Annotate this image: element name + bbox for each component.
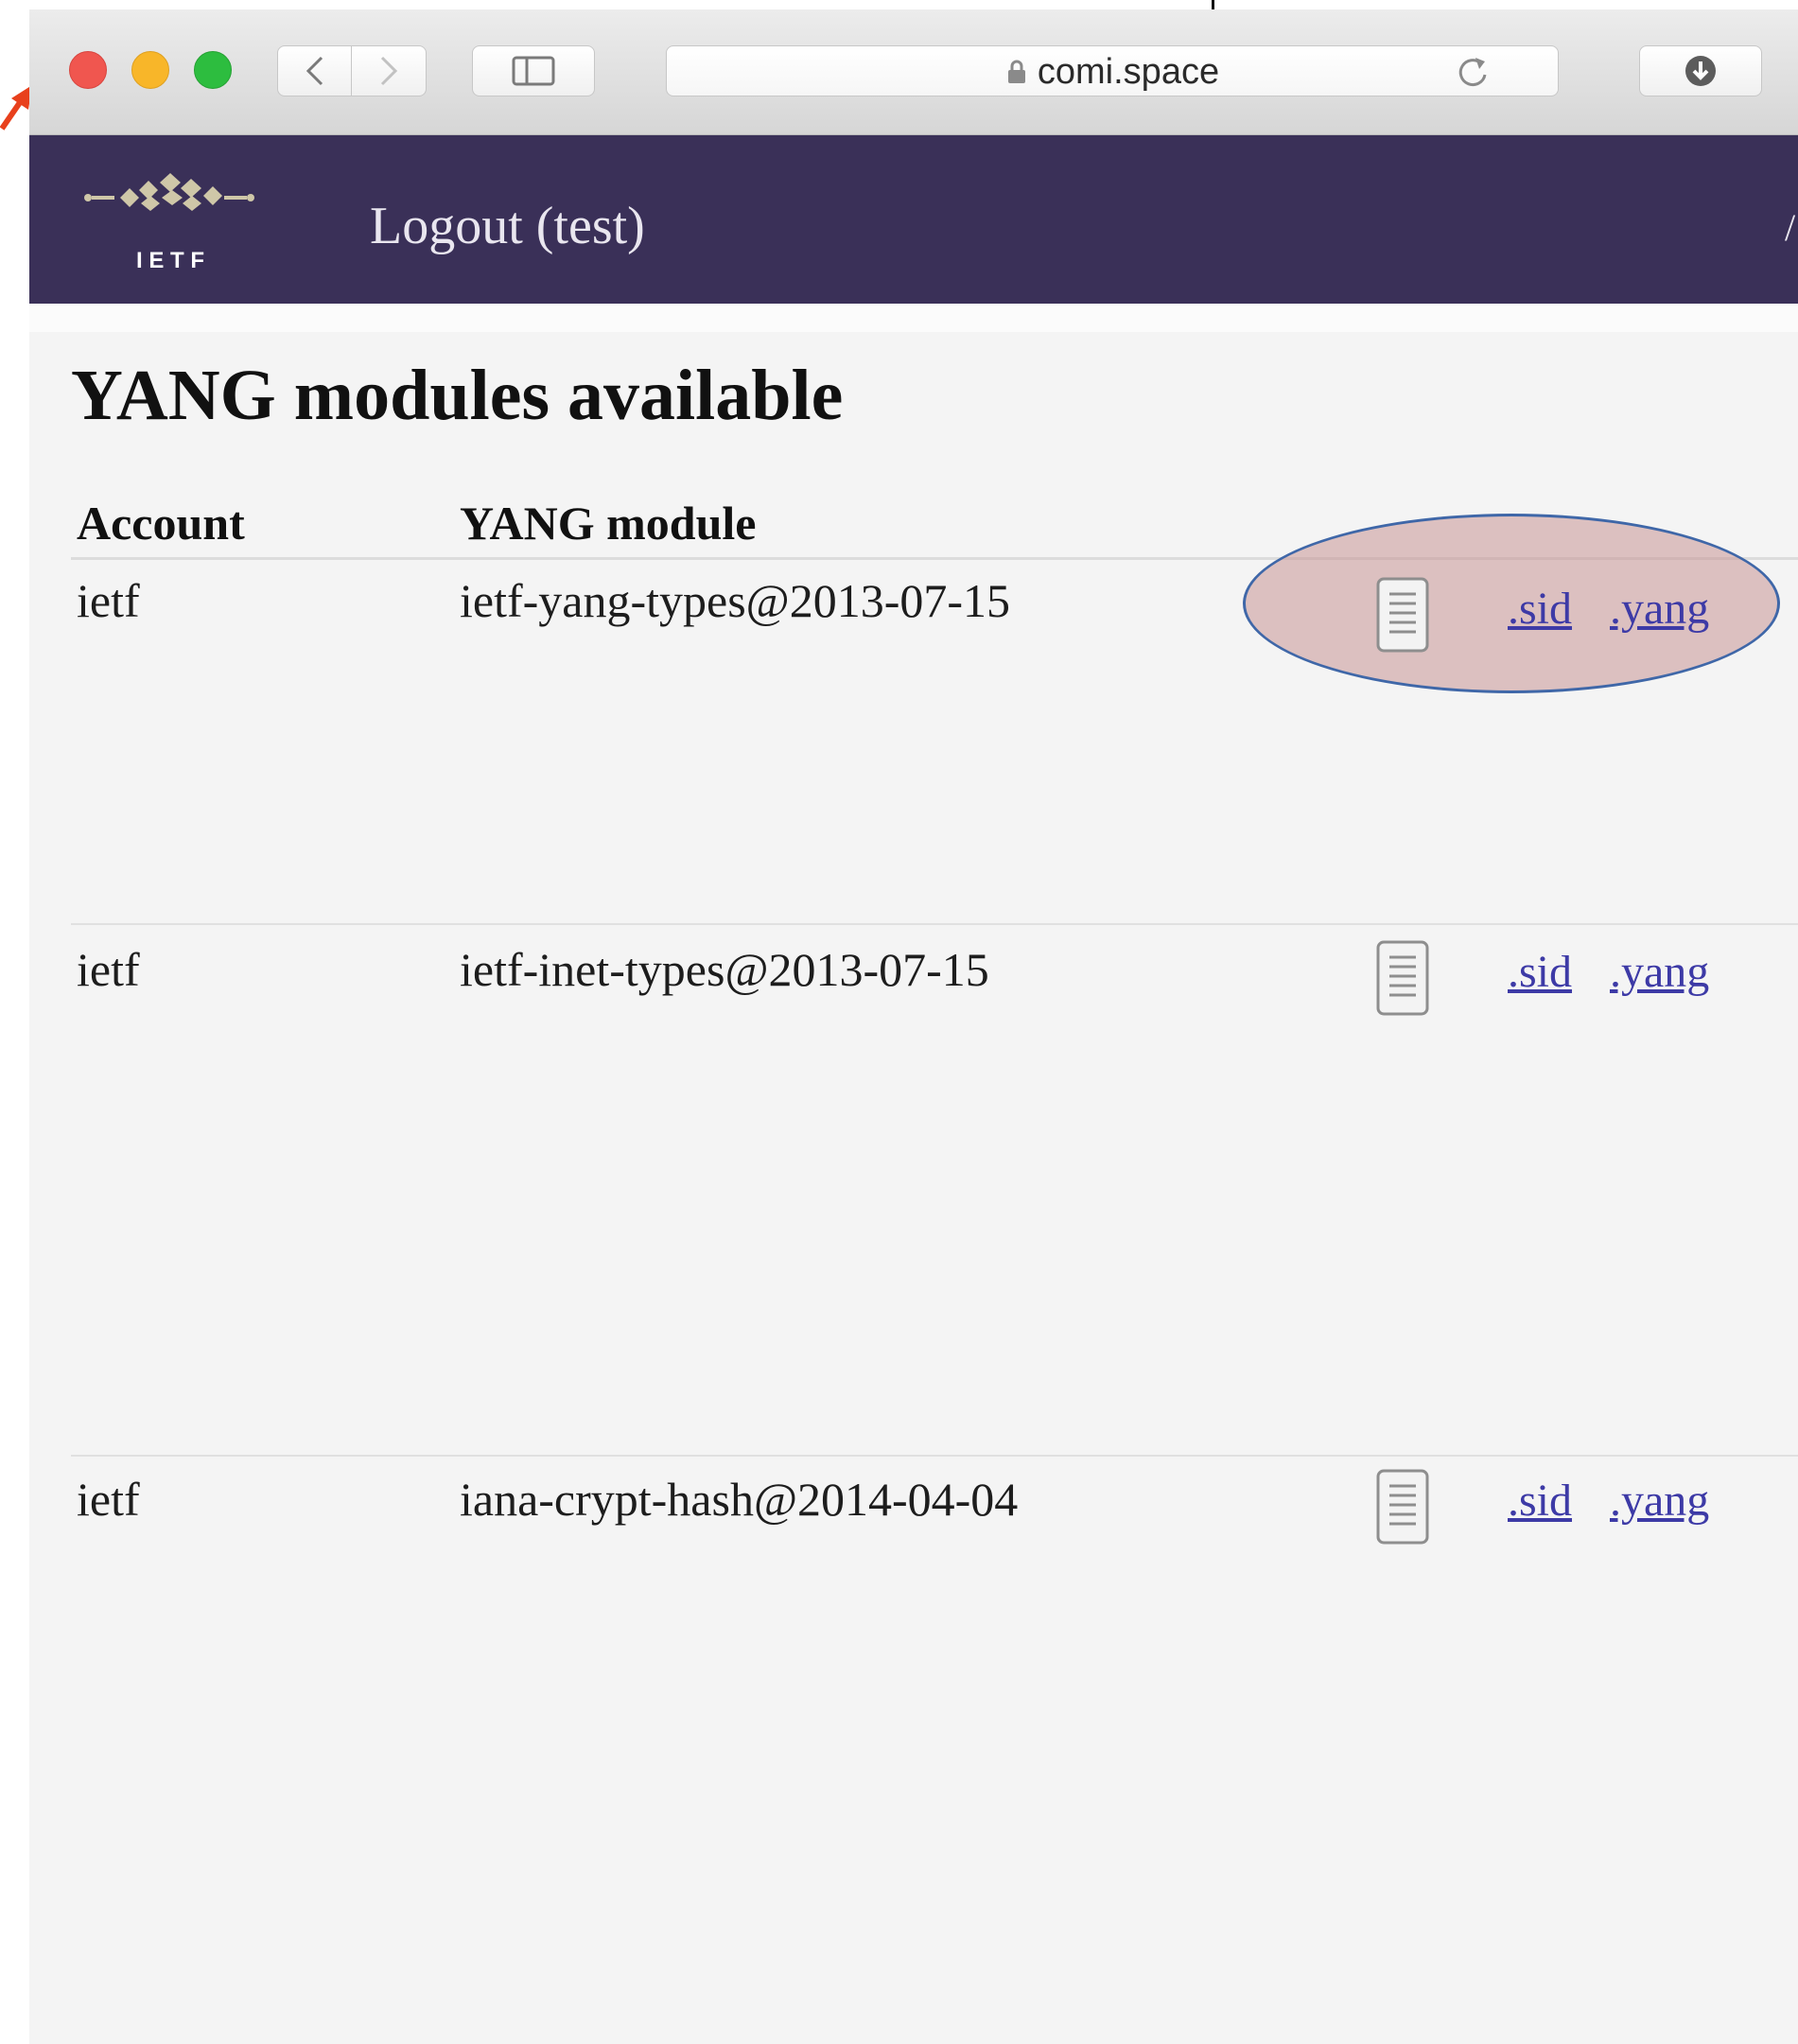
browser-toolbar: comi.space <box>29 9 1798 135</box>
content-top-strip <box>29 304 1798 332</box>
close-window-button[interactable] <box>69 51 107 89</box>
sid-link[interactable]: .sid <box>1508 586 1572 632</box>
reload-icon[interactable] <box>1453 52 1493 92</box>
chevron-right-icon <box>380 56 398 86</box>
sidebar-toggle-button[interactable] <box>472 45 595 96</box>
column-header-account: Account <box>77 497 245 550</box>
downloads-button[interactable] <box>1639 45 1762 96</box>
forward-button[interactable] <box>352 45 427 96</box>
row-divider <box>71 1455 1798 1457</box>
truncated-nav-item[interactable]: / <box>1785 205 1798 247</box>
back-button[interactable] <box>277 45 352 96</box>
url-text: comi.space <box>1037 51 1220 92</box>
document-icon[interactable] <box>1376 1469 1429 1545</box>
module-cell: iana-crypt-hash@2014-04-04 <box>460 1473 1019 1526</box>
sidebar-icon <box>512 56 555 86</box>
account-cell: ietf <box>77 574 140 627</box>
sid-link[interactable]: .sid <box>1508 1478 1572 1524</box>
address-bar[interactable]: comi.space <box>666 45 1559 96</box>
column-header-yang-module: YANG module <box>460 497 757 550</box>
module-cell: ietf-yang-types@2013-07-15 <box>460 574 1011 627</box>
chevron-left-icon <box>305 56 323 86</box>
module-cell: ietf-inet-types@2013-07-15 <box>460 943 989 996</box>
logout-link[interactable]: Logout (test) <box>370 200 645 253</box>
maximize-window-button[interactable] <box>194 51 232 89</box>
ietf-logo[interactable]: I E T F <box>82 156 258 279</box>
minimize-window-button[interactable] <box>131 51 169 89</box>
account-cell: ietf <box>77 1473 140 1526</box>
sid-link[interactable]: .sid <box>1508 950 1572 995</box>
browser-window: comi.space I E T F Logout (test) / YANG … <box>29 9 1798 2044</box>
site-header: I E T F Logout (test) / <box>29 135 1798 304</box>
yang-link[interactable]: .yang <box>1610 1478 1709 1524</box>
document-icon[interactable] <box>1376 577 1429 653</box>
row-divider <box>71 923 1798 925</box>
document-icon[interactable] <box>1376 940 1429 1016</box>
download-icon <box>1685 56 1716 86</box>
page-title: YANG modules available <box>71 356 844 435</box>
account-cell: ietf <box>77 943 140 996</box>
yang-link[interactable]: .yang <box>1610 586 1709 632</box>
logo-text: I E T F <box>136 248 204 273</box>
yang-link[interactable]: .yang <box>1610 950 1709 995</box>
url-display: comi.space <box>667 46 1560 97</box>
lock-icon <box>1007 60 1025 83</box>
